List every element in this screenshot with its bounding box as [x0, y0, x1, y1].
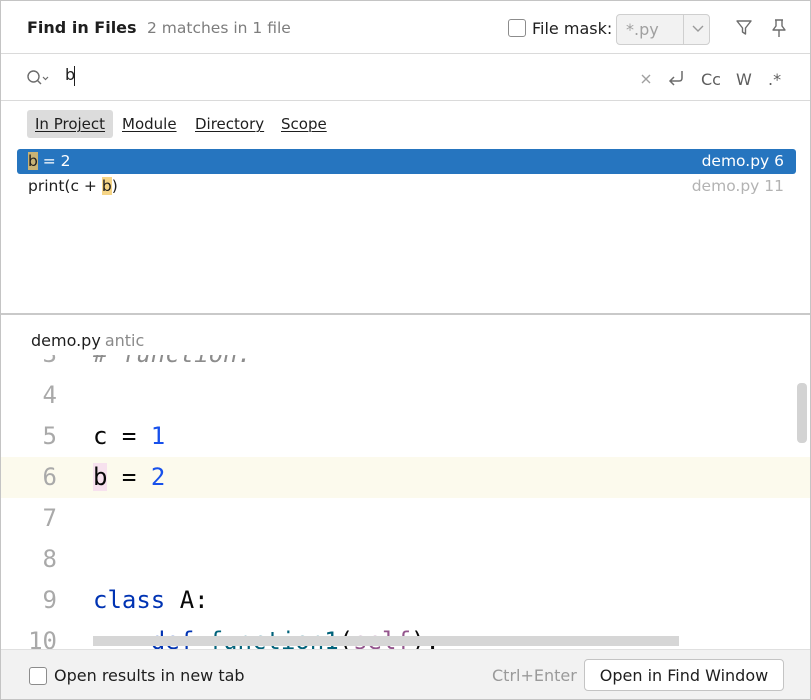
- text-caret: [74, 66, 75, 86]
- new-tab-label: Open results in new tab: [54, 666, 245, 685]
- dialog-footer: Open results in new tab Ctrl+Enter Open …: [1, 649, 810, 699]
- result-row[interactable]: b = 2 demo.py 6: [17, 149, 796, 174]
- dialog-header: Find in Files 2 matches in 1 file File m…: [1, 1, 810, 54]
- search-row: b Cc W .*: [1, 54, 810, 101]
- regex-toggle[interactable]: .*: [768, 70, 781, 89]
- result-code: b = 2: [28, 152, 71, 170]
- line-number: 6: [42, 463, 57, 491]
- tab-module[interactable]: Module: [114, 110, 185, 138]
- code-line: 4: [1, 375, 810, 416]
- line-number: 7: [42, 504, 57, 532]
- result-location: demo.py 11: [691, 177, 784, 195]
- match-count: 2 matches in 1 file: [147, 19, 291, 37]
- chevron-down-icon[interactable]: [689, 18, 707, 38]
- result-code: print(c + b): [28, 177, 118, 195]
- find-in-files-dialog: Find in Files 2 matches in 1 file File m…: [0, 0, 811, 700]
- code-text: c = 1: [93, 422, 166, 450]
- pin-icon[interactable]: [769, 17, 789, 39]
- code-text: # function:: [93, 355, 252, 368]
- current-code-line: 6 b = 2: [1, 457, 810, 498]
- code-line: 7: [1, 498, 810, 539]
- horizontal-scrollbar[interactable]: [93, 636, 679, 646]
- file-mask-combo[interactable]: *.py: [616, 14, 710, 45]
- scope-tabs: In Project Module Directory Scope: [1, 101, 810, 147]
- code-line: 5 c = 1: [1, 416, 810, 457]
- tab-directory[interactable]: Directory: [187, 110, 272, 138]
- file-mask-label: File mask:: [532, 19, 613, 38]
- words-toggle[interactable]: W: [736, 70, 752, 89]
- preview-file-name: demo.py: [31, 331, 101, 350]
- line-number: 10: [28, 627, 57, 649]
- new-line-icon[interactable]: [665, 68, 687, 88]
- code-text: class A:: [93, 586, 209, 614]
- search-history-icon[interactable]: [26, 69, 50, 87]
- code-line: 3 # function:: [1, 355, 810, 375]
- code-line: 9 class A:: [1, 580, 810, 621]
- splitter[interactable]: [1, 313, 810, 315]
- tab-in-project[interactable]: In Project: [27, 110, 114, 138]
- line-number: 9: [42, 586, 57, 614]
- match-highlight: b: [28, 152, 38, 170]
- tab-scope[interactable]: Scope: [273, 110, 335, 138]
- open-in-find-window-button[interactable]: Open in Find Window: [584, 659, 784, 691]
- line-number: 5: [42, 422, 57, 450]
- preview-header: demo.py antic: [31, 331, 144, 350]
- preview-context: antic: [104, 331, 145, 350]
- dialog-title: Find in Files: [27, 18, 137, 37]
- filter-icon[interactable]: [734, 18, 754, 38]
- new-tab-checkbox[interactable]: [29, 667, 47, 685]
- match-highlight: b: [101, 177, 112, 195]
- preview-editor[interactable]: 3 # function: 4 5 c = 1 6 b = 2 7 8 9 cl…: [1, 355, 810, 649]
- code-line: 8: [1, 539, 810, 580]
- result-location: demo.py 6: [701, 152, 784, 170]
- line-number: 8: [42, 545, 57, 573]
- vertical-scrollbar[interactable]: [797, 383, 807, 443]
- match-case-toggle[interactable]: Cc: [701, 70, 721, 89]
- file-mask-value: *.py: [626, 20, 659, 39]
- line-number: 3: [1, 355, 57, 368]
- combo-separator: [683, 15, 684, 44]
- file-mask-checkbox[interactable]: [508, 19, 526, 37]
- shortcut-hint: Ctrl+Enter: [492, 666, 577, 685]
- code-text: b = 2: [93, 463, 166, 491]
- result-row[interactable]: print(c + b) demo.py 11: [17, 174, 796, 199]
- results-list: b = 2 demo.py 6 print(c + b) demo.py 11: [1, 147, 810, 313]
- clear-icon[interactable]: [639, 72, 653, 86]
- line-number: 4: [42, 381, 57, 409]
